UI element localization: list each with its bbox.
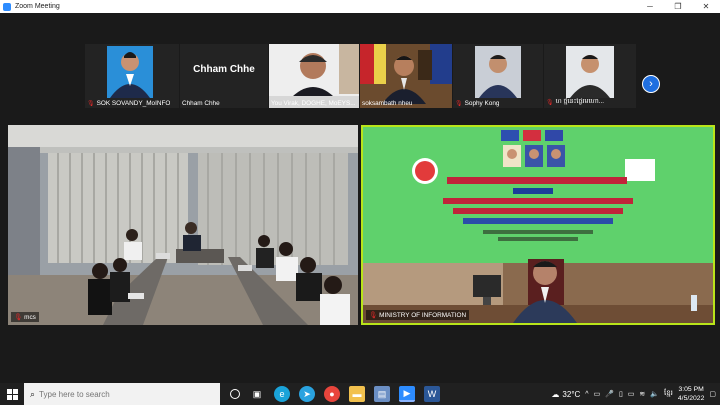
participant-tile[interactable]: soksambath nheu (360, 44, 452, 108)
participant-tile[interactable]: Chham Chhe Chham Chhe (180, 44, 268, 108)
system-tray: ☁ 32°C ^ ▭ 🎤 ▯ ▭ ≋ 🔈 ខ្មែរ 3:05 PM 4/5/2… (551, 383, 716, 405)
window-controls: ─ ❐ ✕ (636, 0, 720, 13)
participant-tile[interactable]: 🎙 SOK SOVANDY_MoINFO (85, 44, 179, 108)
participant-big-name: Chham Chhe (193, 64, 255, 75)
participant-name: 🎙 Sophy Kong (455, 100, 500, 107)
volume-icon[interactable]: 🔈 (650, 390, 659, 398)
notification-icon[interactable]: ▢ (709, 390, 716, 398)
participant-tile[interactable]: You Virak, DOGHE, MoEYS... (269, 44, 359, 108)
mic-muted-icon: 🎙 (369, 312, 378, 319)
video-label: 🎙 MINISTRY OF INFORMATION (366, 310, 470, 320)
windows-taskbar: ⌕ ▣ e ➤ ● ▬ ▤ ▶ W ☁ 32°C ^ ▭ 🎤 ▯ ▭ ≋ 🔈 (0, 383, 720, 405)
window-title: Zoom Meeting (15, 3, 60, 10)
app-icon[interactable]: ▤ (374, 386, 390, 402)
mic-muted-icon: 🎙 (546, 100, 554, 106)
zoom-logo-icon (3, 2, 11, 11)
maximize-button[interactable]: ❐ (664, 0, 692, 13)
file-explorer-icon[interactable]: ▬ (349, 386, 365, 402)
main-video-left[interactable]: 🎙 mcs (8, 125, 358, 325)
participant-tile[interactable]: 🎙 Sophy Kong (453, 44, 543, 108)
close-button[interactable]: ✕ (692, 0, 720, 13)
taskbar-apps: ▣ e ➤ ● ▬ ▤ ▶ W (230, 386, 440, 402)
network-icon[interactable]: ▭ (594, 390, 601, 398)
wifi-icon[interactable]: ≋ (639, 390, 645, 398)
cortana-icon[interactable] (230, 389, 240, 399)
minimize-button[interactable]: ─ (636, 0, 664, 13)
telegram-icon[interactable]: ➤ (299, 386, 315, 402)
cloud-icon: ☁ (551, 389, 560, 399)
participant-name: Chham Chhe (182, 100, 220, 107)
battery-icon[interactable]: ▯ (619, 390, 623, 398)
weather-widget[interactable]: ☁ 32°C (551, 390, 580, 399)
participant-name: soksambath nheu (362, 100, 413, 107)
edge-browser-icon[interactable]: e (274, 386, 290, 402)
participant-strip: 🎙 SOK SOVANDY_MoINFO Chham Chhe Chham Ch… (0, 13, 720, 108)
chrome-icon[interactable]: ● (324, 386, 340, 402)
display-icon[interactable]: ▭ (628, 390, 635, 398)
windows-start-icon[interactable] (0, 383, 24, 405)
search-input[interactable] (39, 389, 200, 399)
ministry-broadcast-video (363, 127, 713, 323)
video-label: 🎙 mcs (11, 312, 39, 322)
participant-tile[interactable]: 🎙 ហ ថ្មីនេះថ្ងៃរមហោ... (544, 44, 636, 108)
task-view-icon[interactable]: ▣ (249, 386, 265, 402)
participant-name: 🎙 ហ ថ្មីនេះថ្ងៃរមហោ... (546, 98, 605, 106)
zoom-app: Zoom Meeting ─ ❐ ✕ 🎙 SOK SOVANDY_MoINFO (0, 0, 720, 405)
word-icon[interactable]: W (424, 386, 440, 402)
search-icon: ⌕ (30, 388, 36, 399)
next-page-chevron-icon[interactable]: › (642, 75, 660, 93)
chevron-up-icon[interactable]: ^ (585, 391, 588, 398)
title-bar: Zoom Meeting ─ ❐ ✕ (0, 0, 720, 13)
participant-video (85, 44, 179, 108)
participant-video (269, 44, 359, 108)
main-video-right[interactable]: 🎙 MINISTRY OF INFORMATION (361, 125, 715, 325)
participant-video (453, 44, 543, 108)
participant-video (360, 44, 452, 108)
microphone-icon[interactable]: 🎤 (605, 390, 614, 398)
clock[interactable]: 3:05 PM 4/5/2022 (678, 385, 704, 403)
mic-muted-icon: 🎙 (455, 101, 463, 107)
language-indicator[interactable]: ខ្មែរ (664, 389, 673, 399)
taskbar-search[interactable]: ⌕ (24, 383, 220, 405)
mic-muted-icon: 🎙 (14, 314, 23, 321)
mic-muted-icon: 🎙 (87, 101, 95, 107)
zoom-taskbar-icon[interactable]: ▶ (399, 386, 415, 402)
participant-name: You Virak, DOGHE, MoEYS... (271, 100, 356, 107)
conference-room-video (8, 125, 358, 325)
participant-name: 🎙 SOK SOVANDY_MoINFO (87, 100, 171, 107)
